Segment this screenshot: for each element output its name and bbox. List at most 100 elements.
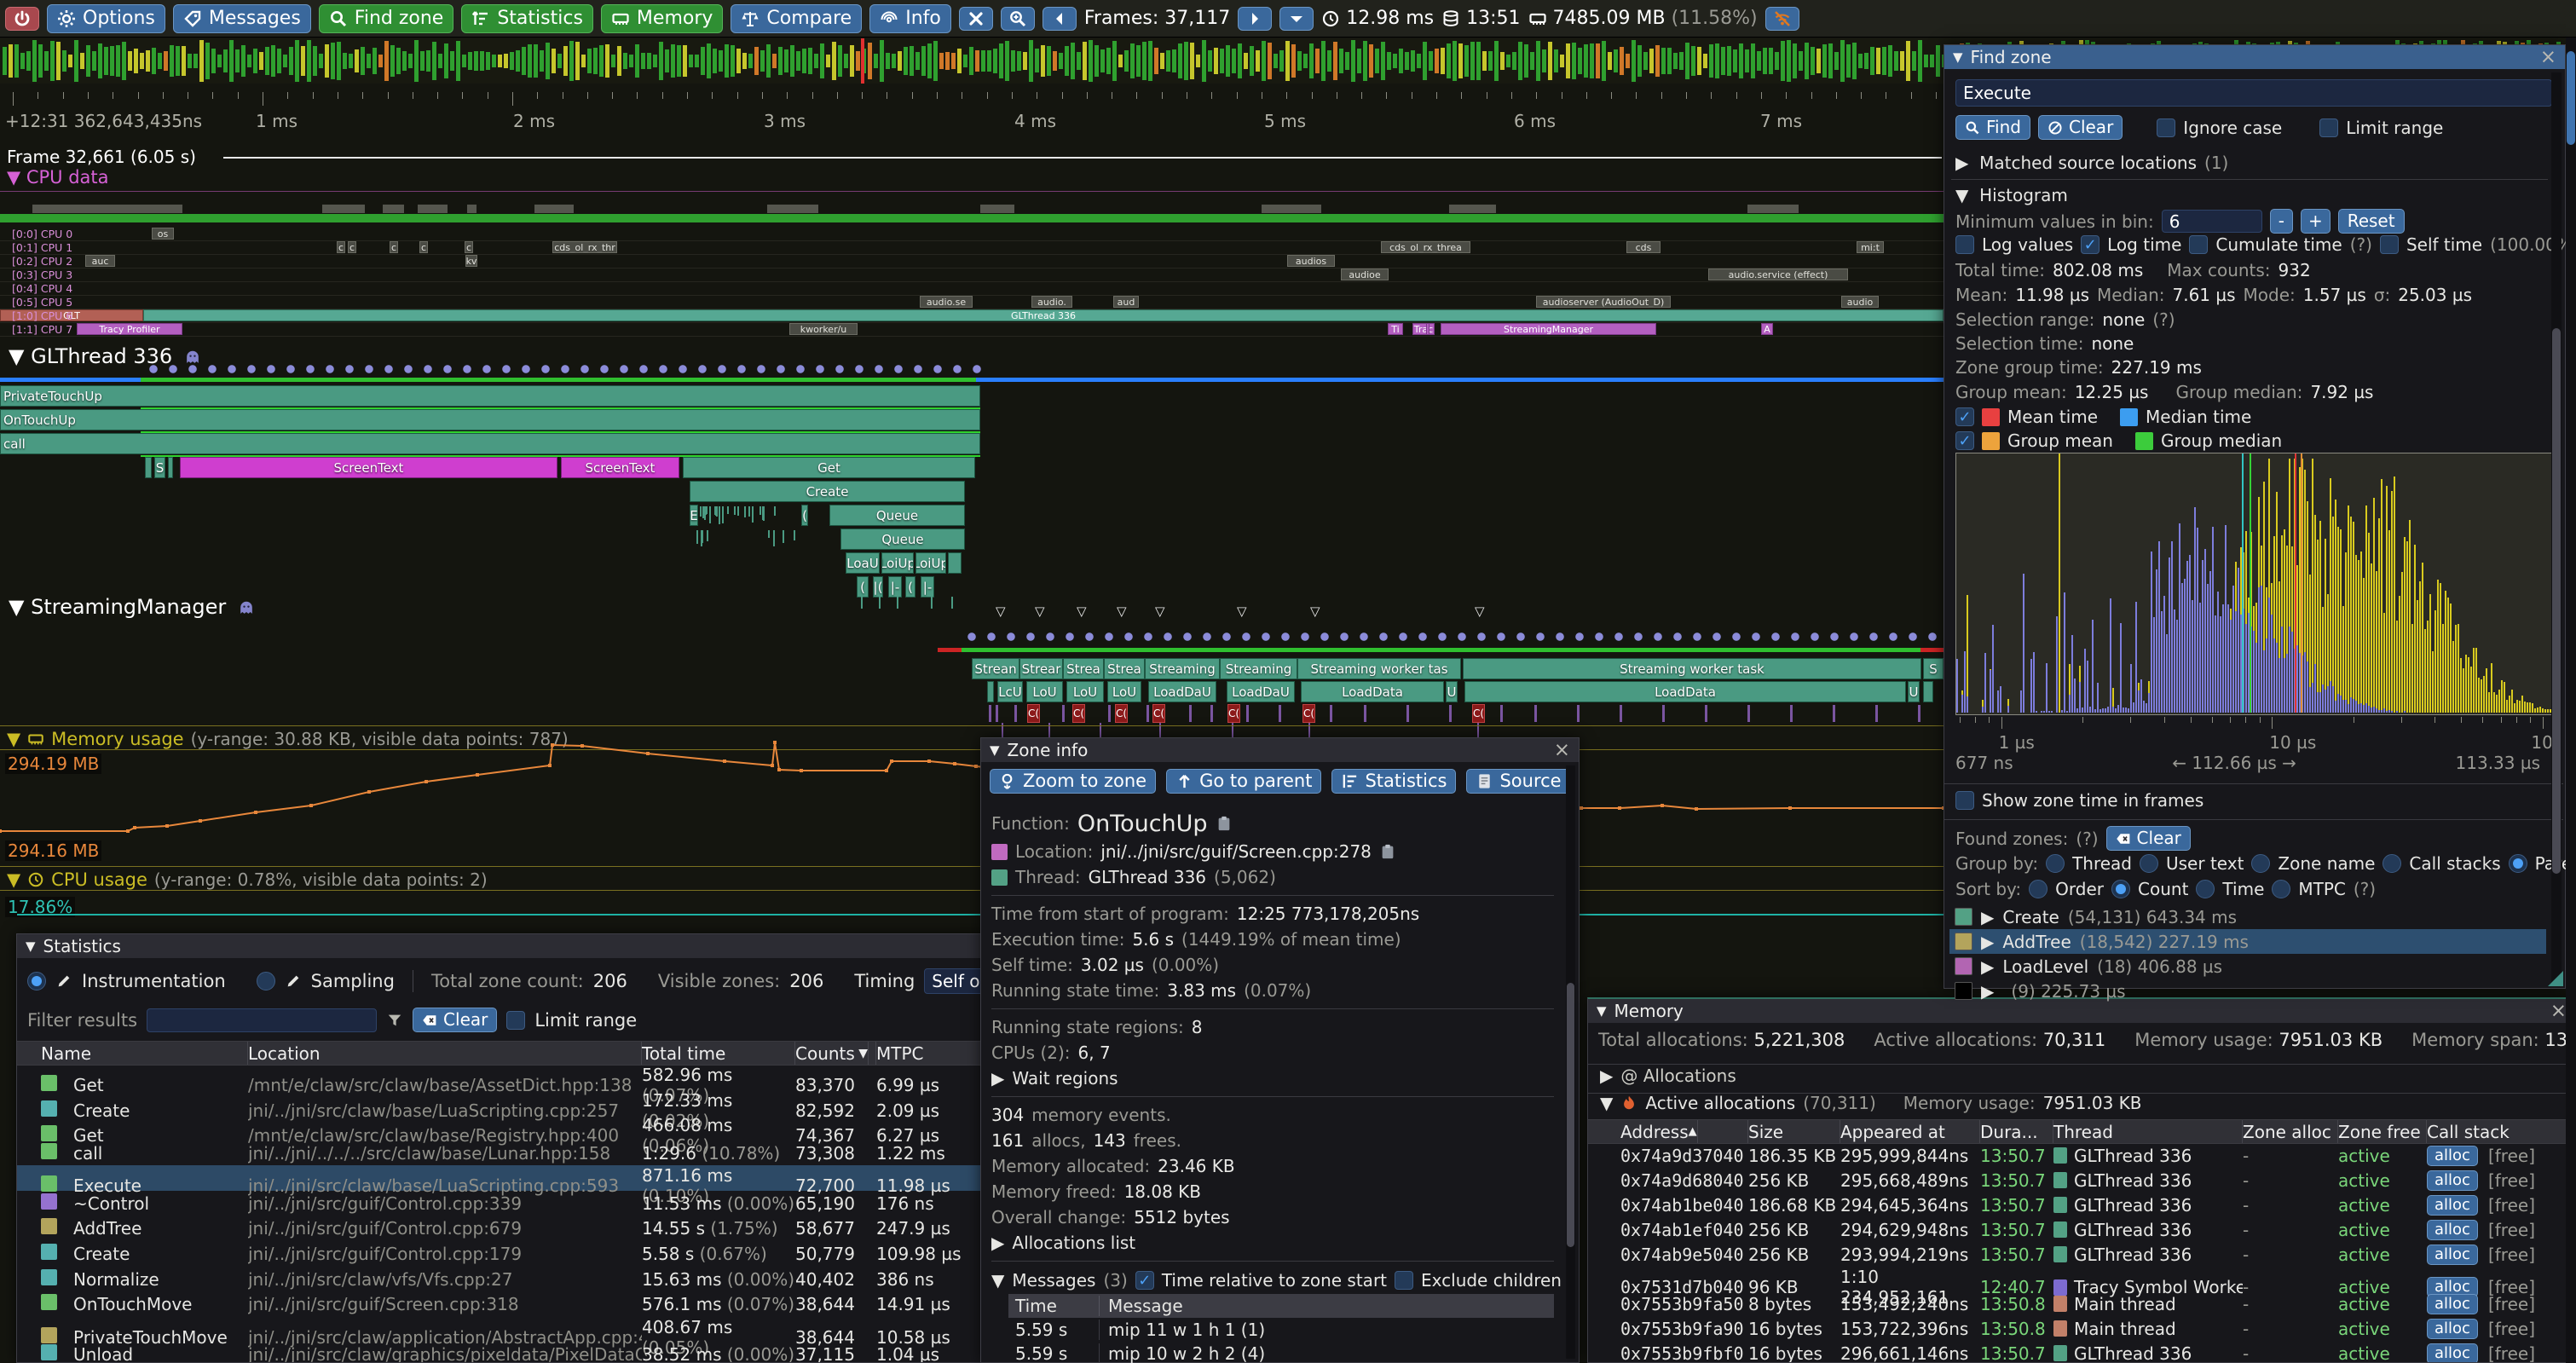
cpu-core-zone[interactable]: cds_ol_rx_thr — [552, 241, 617, 253]
zone-info-button-go-to-parent[interactable]: Go to parent — [1166, 769, 1321, 794]
cpu-core-zone[interactable]: audios — [1287, 255, 1335, 267]
cpu-core-zone[interactable]: audio.se — [920, 296, 973, 308]
main-scrollbar[interactable] — [2566, 38, 2576, 1363]
toolbar-button-info[interactable]: Info — [869, 4, 951, 33]
table-row[interactable]: 0x7553b9fbf016 bytes296,661,146ns13:50.7… — [1588, 1341, 2575, 1362]
sort-by-time[interactable] — [2196, 880, 2215, 898]
cpu-core-zone[interactable]: c — [419, 241, 428, 253]
timeline-zone[interactable]: LoadData — [1301, 681, 1444, 702]
table-row[interactable]: 0x7553b9fa9016 bytes153,722,396ns13:50.8… — [1588, 1316, 2575, 1341]
found-zone-row[interactable]: ▶LoadLevel(18) 406.88 µs — [1949, 954, 2546, 979]
timeline-zone[interactable]: Queue — [829, 505, 965, 526]
zone-info-button-zoom-to-zone[interactable]: Zoom to zone — [990, 769, 1156, 794]
message-row[interactable]: 5.59 smip 10 w 2 h 2 (4) — [1008, 1342, 1554, 1363]
toolbar-button-tools-icon[interactable] — [959, 7, 993, 31]
cpu-core-zone[interactable]: c — [337, 241, 345, 253]
timeline-zone[interactable]: LoU — [1026, 681, 1063, 702]
minus-button[interactable]: - — [2270, 209, 2293, 234]
cpu-core-zone[interactable]: auc — [85, 255, 115, 267]
find-zone-query-input[interactable]: Execute — [1955, 79, 2552, 107]
cpu-core-zone[interactable]: Tracy Profiler — [77, 323, 182, 335]
toolbar-button-options[interactable]: Options — [47, 4, 165, 33]
histogram-tree[interactable]: ▼ Histogram — [1955, 185, 2068, 205]
column-header-name[interactable]: Name — [41, 1042, 248, 1065]
cpu-core-row[interactable]: ccccccds_ol_rx_thrcds_ol_rx_threacdsmi:t… — [0, 240, 1944, 255]
column-header-location[interactable]: Location — [248, 1042, 642, 1065]
sort-by-order[interactable] — [2029, 880, 2048, 898]
cpu-core-zone[interactable]: StreamingManager — [1441, 323, 1656, 335]
cpu-core-zone[interactable]: aud — [1113, 296, 1139, 308]
column-header-call-stack[interactable]: Call stack — [2427, 1120, 2576, 1143]
column-header-address[interactable]: Address ▲ — [1620, 1120, 1748, 1143]
ignore-case-checkbox[interactable] — [2157, 118, 2175, 137]
cpu-core-row[interactable]: Tracy Profilerkworker/uTiTracStreamingMa… — [0, 322, 1944, 337]
alloc-callstack-button[interactable]: alloc — [2427, 1245, 2478, 1265]
table-row[interactable]: 0x74a9d37040186.35 KB295,999,844ns13:50.… — [1588, 1143, 2575, 1168]
timeline-zone[interactable] — [987, 681, 994, 702]
close-icon[interactable]: × — [2540, 48, 2556, 67]
streamingmanager-section-header[interactable]: ▼ StreamingManager — [9, 595, 255, 619]
instrumentation-radio[interactable] — [27, 972, 46, 990]
timeline-zone[interactable]: Streaming worker tas — [1297, 658, 1461, 679]
timeline-zone[interactable]: Strea — [1104, 658, 1145, 679]
cpu-core-zone[interactable]: audio. — [1031, 296, 1072, 308]
cpu-core-zone[interactable]: c — [465, 241, 473, 253]
found-zone-row[interactable]: ▶AddTree(18,542) 227.19 ms — [1949, 929, 2546, 954]
toolbar-button-find-zone[interactable]: Find zone — [319, 4, 454, 33]
found-zone-row[interactable]: ▶Create(54,131) 643.34 ms — [1949, 904, 2546, 929]
alloc-callstack-button[interactable]: alloc — [2427, 1146, 2478, 1166]
cpu-core-zone[interactable]: cds — [1626, 241, 1661, 253]
column-header-dura-[interactable]: Dura... — [1980, 1120, 2053, 1143]
table-row[interactable]: 0x74a9d68040256 KB295,668,489ns13:50.7 G… — [1588, 1168, 2575, 1193]
column-header-mtpc[interactable]: MTPC — [876, 1042, 996, 1065]
cpu-usage-header[interactable]: ▼ CPU usage (y-range: 0.78%, visible dat… — [7, 869, 488, 890]
timeline-zone[interactable]: Get — [683, 457, 975, 478]
legend-checkbox[interactable]: ✓ — [1955, 431, 1974, 450]
timeline-zone[interactable]: ScreenText — [561, 457, 679, 478]
self-time-checkbox[interactable] — [2380, 235, 2399, 254]
group-by-zone-name[interactable] — [2251, 854, 2270, 873]
toolbar-button-search-plus-icon[interactable] — [1001, 7, 1035, 31]
timeline-zone[interactable]: S — [154, 457, 165, 478]
timeline-zone[interactable]: PrivateTouchUp — [0, 385, 980, 407]
timeline-zone[interactable]: LcU — [997, 681, 1023, 702]
cpu-core-zone[interactable]: audioserver (AudioOut_D) — [1536, 296, 1671, 308]
plus-button[interactable]: + — [2301, 209, 2331, 234]
memory-table-header[interactable]: Address ▲SizeAppeared atDura...ThreadZon… — [1588, 1119, 2576, 1144]
time-relative-checkbox[interactable]: ✓ — [1135, 1271, 1154, 1290]
timeline-zone[interactable]: Streaming — [1220, 658, 1297, 679]
cpu-core-zone[interactable]: c — [348, 241, 356, 253]
close-icon[interactable]: × — [2550, 1002, 2567, 1021]
min-bin-input[interactable]: 6 — [2162, 210, 2262, 233]
cpu-core-zone[interactable]: os — [152, 228, 174, 240]
timeline-zone[interactable]: Create — [690, 481, 965, 502]
log-values-checkbox[interactable] — [1955, 235, 1974, 254]
column-header-zone-alloc[interactable]: Zone alloc — [2243, 1120, 2338, 1143]
timeline-zone[interactable]: |- — [888, 576, 902, 598]
timeline-zone[interactable]: LoU — [1107, 681, 1141, 702]
cpu-core-zone[interactable]: mi:t — [1857, 241, 1884, 253]
cpu-core-zone[interactable]: Ti — [1388, 323, 1403, 335]
cpu-core-zone[interactable]: audio.service (effect) — [1708, 269, 1848, 280]
timeline-zone[interactable]: |( — [873, 576, 883, 598]
clear-button[interactable]: Clear — [2038, 115, 2123, 140]
toolbar-button-arrow-right-icon[interactable] — [1238, 7, 1272, 31]
cpu-core-row[interactable]: os[0:0] CPU 0 — [0, 227, 1944, 241]
cpu-core-zone[interactable]: Trac — [1412, 323, 1435, 335]
column-header-total-time[interactable]: Total time — [642, 1042, 795, 1065]
find-zone-scrollbar[interactable] — [2551, 72, 2562, 983]
timeline-zone[interactable]: ( — [801, 505, 808, 526]
active-allocations-tree[interactable]: ▼Active allocations(70,311)Memory usage:… — [1600, 1093, 2142, 1113]
cpu-core-zone[interactable]: cds_ol_rx_threa — [1381, 241, 1470, 253]
timeline-zone[interactable]: ( — [857, 576, 869, 598]
cpu-core-zone[interactable]: c — [390, 241, 398, 253]
close-icon[interactable]: × — [1554, 741, 1570, 760]
sampling-radio[interactable] — [257, 972, 275, 990]
toolbar-button-messages[interactable]: Messages — [173, 4, 311, 33]
alloc-callstack-button[interactable]: alloc — [2427, 1220, 2478, 1240]
timeline-zone[interactable]: Strean — [972, 658, 1019, 679]
timeline-zone[interactable]: Strear — [1019, 658, 1063, 679]
alloc-callstack-button[interactable]: alloc — [2427, 1195, 2478, 1216]
reset-button[interactable]: Reset — [2338, 209, 2405, 234]
cpu-core-row[interactable]: [0:4] CPU 4 — [0, 281, 1944, 296]
